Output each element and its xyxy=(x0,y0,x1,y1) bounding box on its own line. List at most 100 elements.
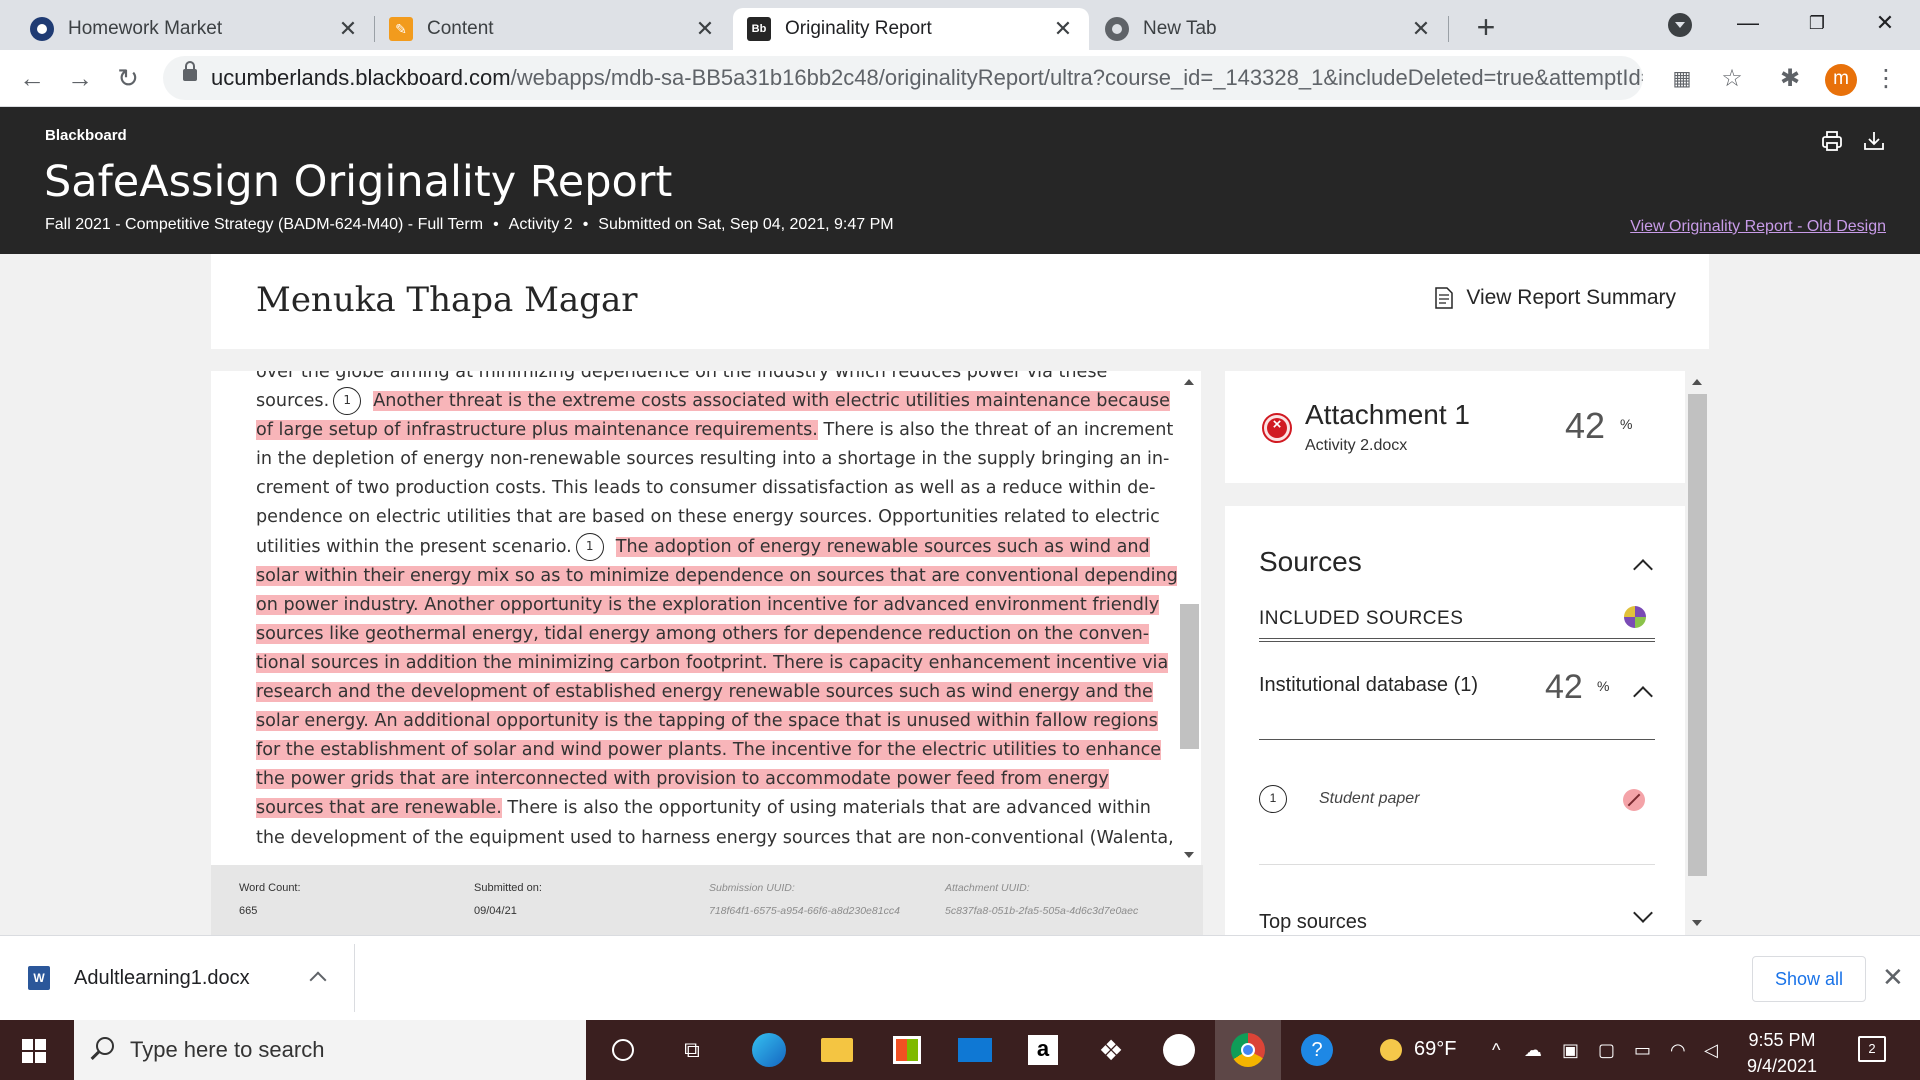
scroll-up-arrow-icon[interactable] xyxy=(1692,379,1702,385)
microsoft-store-icon[interactable] xyxy=(887,1030,927,1070)
chrome-taskbar-icon[interactable] xyxy=(1215,1020,1281,1080)
amazon-icon[interactable]: a xyxy=(1023,1030,1063,1070)
close-tab-icon[interactable]: ✕ xyxy=(336,16,360,42)
matched-text-highlight[interactable]: solar energy. An additional opportunity … xyxy=(256,711,1158,732)
battery-icon[interactable]: ▭ xyxy=(1634,1040,1651,1061)
cortana-icon[interactable] xyxy=(603,1030,643,1070)
app-pentagon-icon[interactable] xyxy=(1159,1030,1199,1070)
matched-text-highlight[interactable]: sources like geothermal energy, tidal en… xyxy=(256,623,1150,644)
matched-text-highlight[interactable]: of large setup of infrastructure plus ma… xyxy=(256,420,818,441)
meet-now-icon[interactable]: ▣ xyxy=(1562,1040,1579,1061)
reload-icon[interactable]: ↻ xyxy=(110,60,146,96)
volume-icon[interactable]: ◁ xyxy=(1704,1040,1718,1061)
matched-text-highlight[interactable]: solar within their energy mix so as to m… xyxy=(256,565,1177,586)
source-number-marker[interactable]: 1 xyxy=(1259,785,1287,813)
bookmark-star-icon[interactable]: ☆ xyxy=(1716,63,1748,95)
scroll-down-arrow-icon[interactable] xyxy=(1692,920,1702,926)
apps-grid-icon[interactable]: ▦ xyxy=(1666,63,1698,95)
tab-homework-market[interactable]: Homework Market ✕ xyxy=(16,8,374,50)
top-sources-label[interactable]: Top sources xyxy=(1259,911,1367,934)
show-all-downloads-button[interactable]: Show all xyxy=(1752,956,1866,1002)
windows-taskbar: Type here to search ⧉ a ❖ ? 69°F ^ ☁ ▣ ▢… xyxy=(0,1020,1920,1080)
wifi-icon[interactable]: ◠ xyxy=(1670,1040,1686,1061)
close-tab-icon[interactable]: ✕ xyxy=(1051,16,1075,42)
collapse-database-chevron-icon[interactable] xyxy=(1633,686,1653,706)
matched-text-highlight[interactable]: on power industry. Another opportunity i… xyxy=(256,594,1160,615)
windows-start-icon[interactable] xyxy=(22,1039,46,1063)
mail-icon[interactable] xyxy=(955,1030,995,1070)
download-options-chevron-icon[interactable] xyxy=(309,971,327,989)
document-line: for the establishment of solar and wind … xyxy=(256,736,1162,765)
print-icon[interactable] xyxy=(1820,129,1844,153)
close-tab-icon[interactable]: ✕ xyxy=(1409,16,1433,42)
file-explorer-icon[interactable] xyxy=(817,1030,857,1070)
onedrive-cloud-icon[interactable]: ☁ xyxy=(1524,1040,1542,1061)
side-panel-scrollbar[interactable] xyxy=(1685,371,1709,935)
scroll-down-arrow-icon[interactable] xyxy=(1184,852,1194,858)
matched-text-highlight[interactable]: sources that are renewable. xyxy=(256,798,502,819)
download-icon[interactable] xyxy=(1862,129,1886,153)
tab-content[interactable]: ✎ Content ✕ xyxy=(375,8,731,50)
download-filename: Adultlearning1.docx xyxy=(74,966,250,989)
tab-search-icon[interactable] xyxy=(1668,13,1692,37)
attachment-filename: Activity 2.docx xyxy=(1305,437,1408,454)
document-text-segment: utilities within the present scenario. xyxy=(256,536,572,557)
close-tab-icon[interactable]: ✕ xyxy=(693,16,717,42)
dropbox-icon[interactable]: ❖ xyxy=(1091,1030,1131,1070)
help-icon[interactable]: ? xyxy=(1297,1030,1337,1070)
browser-toolbar: ← → ↻ ucumberlands.blackboard.com/webapp… xyxy=(0,50,1920,107)
institutional-database-label[interactable]: Institutional database (1) xyxy=(1259,674,1499,696)
address-bar[interactable]: ucumberlands.blackboard.com/webapps/mdb-… xyxy=(163,56,1643,100)
matched-text-highlight[interactable]: Another threat is the extreme costs asso… xyxy=(373,391,1170,412)
toggle-all-sources-visibility-icon[interactable] xyxy=(1624,606,1646,628)
extensions-puzzle-icon[interactable]: ✱ xyxy=(1774,63,1806,95)
submission-date: Submitted on Sat, Sep 04, 2021, 9:47 PM xyxy=(598,216,894,233)
submission-uuid-label: Submission UUID: xyxy=(709,882,795,894)
back-arrow-icon[interactable]: ← xyxy=(14,60,50,96)
source-name[interactable]: Student paper xyxy=(1319,790,1420,808)
document-line: utilities within the present scenario. 1 T… xyxy=(256,532,1150,562)
new-tab-plus-icon[interactable]: + xyxy=(1466,8,1506,48)
view-report-summary-button[interactable]: View Report Summary xyxy=(1434,286,1676,310)
matched-text-highlight[interactable]: tional sources in addition the minimizin… xyxy=(256,652,1169,673)
included-sources-divider xyxy=(1259,638,1655,642)
matched-text-highlight[interactable]: research and the development of establis… xyxy=(256,682,1153,703)
notification-center-icon[interactable]: 2 xyxy=(1858,1036,1886,1062)
scroll-thumb[interactable] xyxy=(1180,604,1199,749)
document-scrollbar[interactable] xyxy=(1177,371,1201,865)
download-item[interactable]: W Adultlearning1.docx xyxy=(28,966,250,990)
collapse-sources-chevron-icon[interactable] xyxy=(1633,559,1653,579)
document-text-segment: There is also the opportunity of using m… xyxy=(501,798,1151,819)
submission-uuid-value: 718f64f1-6575-a954-66f6-a8d230e81cc4 xyxy=(709,905,900,917)
scroll-thumb[interactable] xyxy=(1688,394,1707,876)
attachment-card[interactable]: × Attachment 1 Activity 2.docx 42 % xyxy=(1225,371,1685,483)
scroll-up-arrow-icon[interactable] xyxy=(1184,379,1194,385)
matched-text-highlight[interactable]: The adoption of energy renewable sources… xyxy=(615,536,1150,557)
restore-icon[interactable]: ❐ xyxy=(1792,6,1842,40)
taskbar-search-box[interactable]: Type here to search xyxy=(74,1020,586,1080)
percent-sign: % xyxy=(1620,416,1633,432)
window-close-icon[interactable]: ✕ xyxy=(1860,6,1910,40)
match-number-marker[interactable]: 1 xyxy=(575,532,604,561)
weather-widget[interactable]: 69°F xyxy=(1380,1038,1456,1061)
tab-originality-report[interactable]: Bb Originality Report ✕ xyxy=(733,8,1089,50)
matched-text-highlight[interactable]: the power grids that are interconnected … xyxy=(256,769,1109,790)
match-number-marker[interactable]: 1 xyxy=(333,387,362,416)
menu-kebab-icon[interactable]: ⋮ xyxy=(1870,63,1902,95)
forward-arrow-icon[interactable]: → xyxy=(62,60,98,96)
minimize-icon[interactable]: — xyxy=(1723,6,1773,40)
document-viewer[interactable]: over the globe aiming at minimizing depe… xyxy=(211,371,1177,865)
tab-new-tab[interactable]: New Tab ✕ xyxy=(1091,8,1447,50)
toggle-source-visibility-icon[interactable] xyxy=(1623,789,1645,811)
matched-text-highlight[interactable]: for the establishment of solar and wind … xyxy=(256,740,1162,761)
old-design-link[interactable]: View Originality Report - Old Design xyxy=(1630,218,1886,236)
edge-browser-icon[interactable] xyxy=(749,1030,789,1070)
task-view-icon[interactable]: ⧉ xyxy=(672,1030,712,1070)
expand-top-sources-chevron-icon[interactable] xyxy=(1633,903,1653,923)
device-icon[interactable]: ▢ xyxy=(1598,1040,1615,1061)
close-download-bar-icon[interactable]: ✕ xyxy=(1882,962,1904,993)
show-hidden-icons-chevron-icon[interactable]: ^ xyxy=(1492,1040,1500,1061)
system-clock[interactable]: 9:55 PM 9/4/2021 xyxy=(1747,1027,1817,1079)
document-text-segment: crement of two production costs. This le… xyxy=(256,478,1156,499)
profile-avatar[interactable]: m xyxy=(1825,64,1857,96)
